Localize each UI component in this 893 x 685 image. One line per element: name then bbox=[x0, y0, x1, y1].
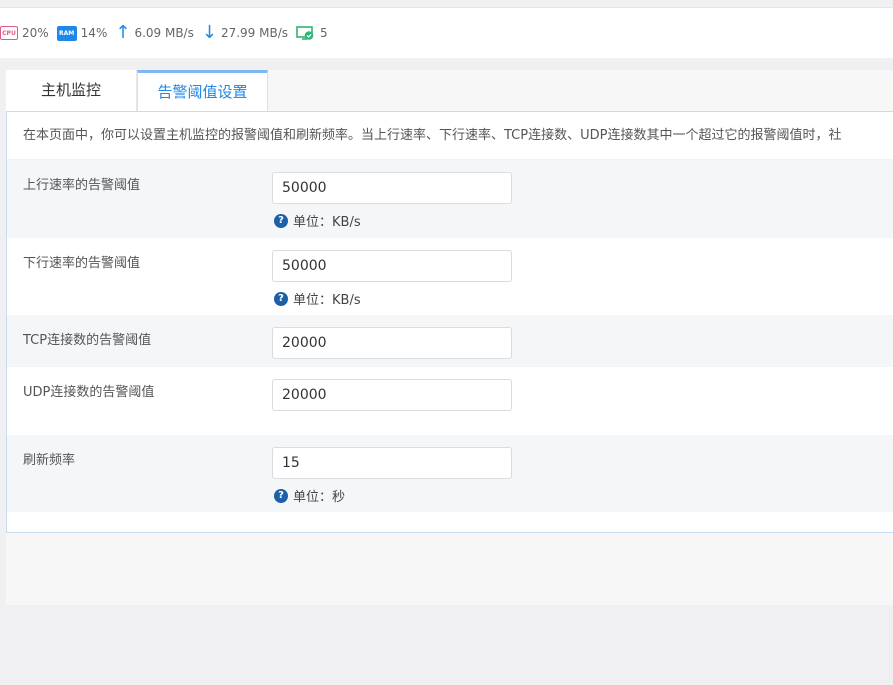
status-bar: CPU 20% RAM 14% ↑ 6.09 MB/s ↓ 27.99 MB/s… bbox=[0, 7, 893, 58]
upload-stat: ↑ 6.09 MB/s bbox=[115, 24, 194, 42]
ram-stat: RAM 14% bbox=[56, 25, 108, 41]
udp-threshold-label: UDP连接数的告警阈值 bbox=[23, 385, 155, 400]
download-unit-text: 单位：KB/s bbox=[293, 293, 361, 308]
settings-panel: 主机监控 告警阈值设置 在本页面中，你可以设置主机监控的报警阈值和刷新频率。当上… bbox=[6, 70, 893, 605]
ram-usage: 14% bbox=[80, 26, 108, 40]
ram-icon: RAM bbox=[56, 25, 77, 41]
download-rate: 27.99 MB/s bbox=[220, 26, 289, 40]
udp-threshold-input[interactable] bbox=[272, 379, 512, 411]
tab-alert-threshold[interactable]: 告警阈值设置 bbox=[137, 70, 268, 112]
cpu-usage: 20% bbox=[22, 26, 49, 40]
tcp-threshold-row: TCP连接数的告警阈值 bbox=[7, 315, 893, 367]
help-icon: ? bbox=[274, 291, 288, 306]
upload-threshold-input[interactable] bbox=[272, 172, 512, 204]
download-stat: ↓ 27.99 MB/s bbox=[202, 24, 288, 42]
help-icon: ? bbox=[274, 213, 288, 228]
connections-stat: 5 bbox=[296, 26, 328, 40]
page-description: 在本页面中，你可以设置主机监控的报警阈值和刷新频率。当上行速率、下行速率、TCP… bbox=[7, 112, 893, 160]
upload-threshold-row: 上行速率的告警阈值 ? 单位：KB/s bbox=[7, 160, 893, 238]
refresh-unit-hint: ? 单位：秒 bbox=[274, 486, 345, 505]
refresh-rate-input[interactable] bbox=[272, 447, 512, 479]
cpu-icon: CPU bbox=[0, 26, 18, 40]
help-icon: ? bbox=[274, 488, 288, 503]
upload-unit-text: 单位：KB/s bbox=[293, 215, 361, 230]
upload-threshold-label: 上行速率的告警阈值 bbox=[23, 178, 141, 193]
download-arrow-icon: ↓ bbox=[201, 22, 217, 43]
tab-bar: 主机监控 告警阈值设置 bbox=[6, 70, 268, 112]
tab-host-monitor[interactable]: 主机监控 bbox=[6, 70, 137, 111]
download-threshold-input[interactable] bbox=[272, 250, 512, 282]
connections-count: 5 bbox=[320, 26, 328, 40]
refresh-rate-label: 刷新频率 bbox=[23, 453, 76, 468]
download-threshold-label: 下行速率的告警阈值 bbox=[23, 256, 141, 271]
cpu-stat: CPU 20% bbox=[0, 26, 49, 40]
tcp-threshold-label: TCP连接数的告警阈值 bbox=[23, 333, 152, 348]
refresh-unit-text: 单位：秒 bbox=[293, 490, 346, 505]
download-unit-hint: ? 单位：KB/s bbox=[274, 289, 361, 308]
upload-arrow-icon: ↑ bbox=[115, 22, 131, 43]
udp-threshold-row: UDP连接数的告警阈值 bbox=[7, 367, 893, 434]
tab-content: 在本页面中，你可以设置主机监控的报警阈值和刷新频率。当上行速率、下行速率、TCP… bbox=[6, 111, 893, 533]
upload-unit-hint: ? 单位：KB/s bbox=[274, 211, 361, 230]
monitor-check-icon bbox=[296, 26, 314, 40]
tcp-threshold-input[interactable] bbox=[272, 327, 512, 359]
refresh-rate-row: 刷新频率 ? 单位：秒 bbox=[7, 435, 893, 512]
upload-rate: 6.09 MB/s bbox=[134, 26, 194, 40]
download-threshold-row: 下行速率的告警阈值 ? 单位：KB/s bbox=[7, 238, 893, 315]
